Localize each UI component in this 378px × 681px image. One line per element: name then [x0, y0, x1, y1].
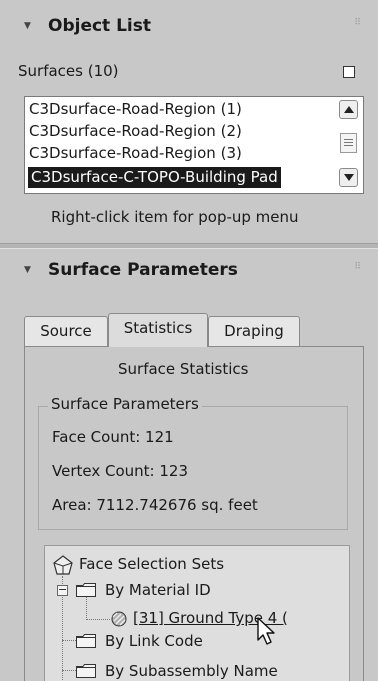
surface-panel: { "object_list": { "title": "Object List…	[0, 0, 378, 681]
list-item[interactable]: C3Dsurface-Road-Region (1)	[29, 99, 242, 120]
surface-parameters-title: Surface Parameters	[48, 260, 238, 280]
folder-icon	[76, 634, 96, 648]
house-icon	[53, 555, 73, 575]
tab-source[interactable]: Source	[24, 316, 108, 346]
mouse-cursor-icon	[257, 617, 275, 645]
object-list-title: Object List	[48, 16, 152, 36]
surface-parameters-group-label: Surface Parameters	[48, 395, 202, 413]
square-toggle-icon[interactable]	[343, 66, 355, 78]
scroll-thumb[interactable]	[340, 133, 357, 153]
list-scrollbar[interactable]	[339, 100, 360, 190]
surface-statistics-title: Surface Statistics	[118, 360, 249, 378]
folder-icon	[76, 583, 96, 597]
popup-hint-text: Right-click item for pop-up menu	[51, 208, 299, 226]
tree-root-label[interactable]: Face Selection Sets	[79, 555, 224, 573]
tree-by-link-code-label[interactable]: By Link Code	[105, 632, 203, 650]
surfaces-count-label: Surfaces (10)	[18, 62, 119, 80]
list-item-selected[interactable]: C3Dsurface-C-TOPO-Building Pad	[28, 167, 281, 188]
tab-statistics[interactable]: Statistics	[108, 313, 208, 347]
area-text: Area: 7112.742676 sq. feet	[52, 496, 258, 514]
list-item[interactable]: C3Dsurface-Road-Region (3)	[29, 143, 242, 164]
list-item[interactable]: C3Dsurface-Road-Region (2)	[29, 121, 242, 142]
material-sphere-icon	[111, 611, 127, 627]
face-count-text: Face Count: 121	[52, 428, 174, 446]
surface-parameters-header[interactable]: ▼ Surface Parameters ⠿	[0, 254, 378, 288]
rollout-divider	[0, 243, 378, 249]
collapse-node-icon[interactable]: −	[57, 584, 68, 596]
collapse-triangle-icon[interactable]: ▼	[24, 21, 31, 31]
vertex-count-text: Vertex Count: 123	[52, 462, 188, 480]
drag-grip-icon[interactable]: ⠿	[354, 18, 361, 28]
tree-by-subassembly-label[interactable]: By Subassembly Name	[105, 662, 278, 680]
tree-by-material-label[interactable]: By Material ID	[105, 581, 211, 599]
up-arrow-icon[interactable]	[339, 100, 358, 119]
object-list-header[interactable]: ▼ Object List ⠿	[0, 10, 378, 44]
surfaces-listbox[interactable]: C3Dsurface-Road-Region (1) C3Dsurface-Ro…	[24, 96, 364, 194]
down-arrow-icon[interactable]	[339, 168, 358, 187]
tab-draping[interactable]: Draping	[208, 316, 300, 346]
collapse-triangle-icon[interactable]: ▼	[24, 265, 31, 275]
folder-icon	[76, 664, 96, 678]
face-selection-tree[interactable]: Face Selection Sets − By Material ID [31…	[44, 545, 350, 681]
drag-grip-icon[interactable]: ⠿	[354, 262, 361, 272]
